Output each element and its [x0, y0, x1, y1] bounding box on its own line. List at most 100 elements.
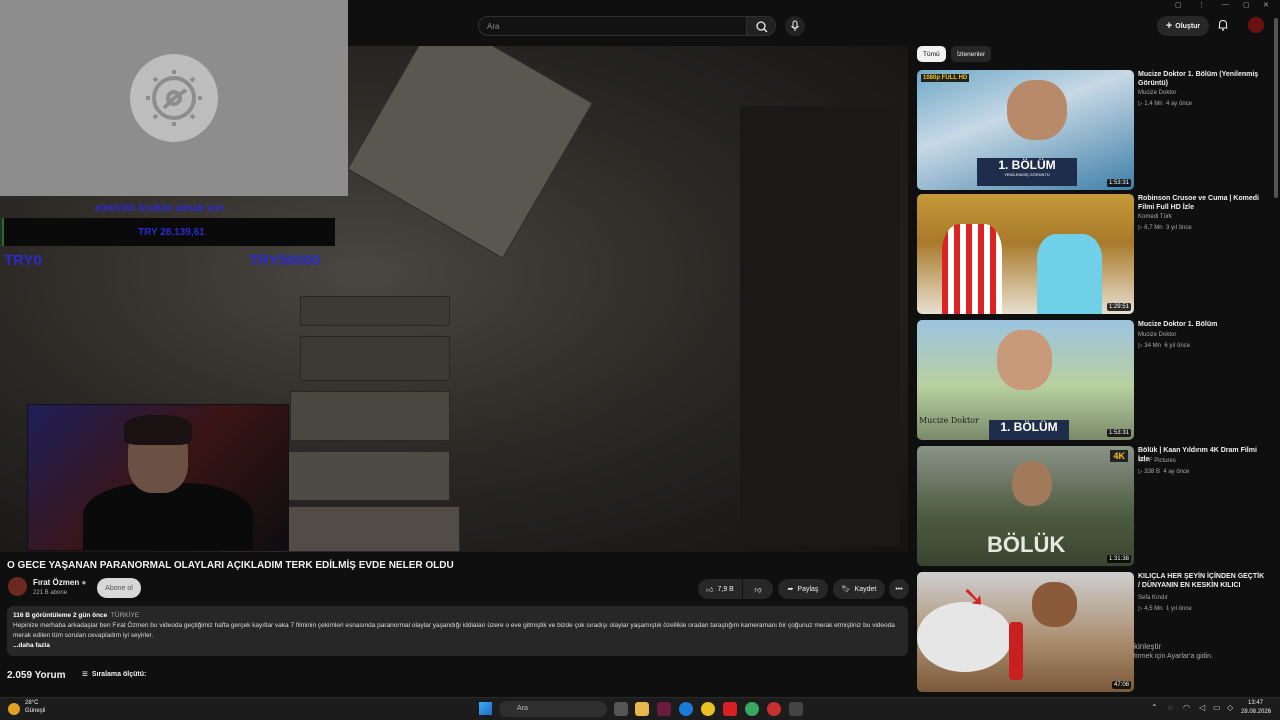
app-icon[interactable] [657, 702, 671, 716]
tray-chevron-icon[interactable]: ⌃ [1151, 703, 1158, 712]
share-button[interactable]: ➦ Paylaş [778, 579, 828, 599]
video-meta: ▷ 34 Mn 6 yıl önce [1138, 343, 1190, 349]
like-button[interactable]: 👍︎ 7,9 B [698, 579, 742, 599]
extension-icon[interactable]: ▢ [1175, 1, 1182, 9]
weather-temp: 28°C [25, 700, 39, 706]
subscribe-button[interactable]: Abone ol [97, 578, 141, 598]
taskbar: 28°C Güneşli Ara ⌃ ◌ ◠ ◁ ▭ ◇ 13:47 28.08… [0, 697, 1280, 720]
chip-watched[interactable]: İzlenenler [951, 46, 992, 62]
upload-age: 6 yıl önce [1164, 343, 1190, 349]
video-title[interactable]: Mucize Doktor 1. Bölüm [1138, 320, 1268, 329]
channel-name-text: Fırat Özmen [33, 578, 80, 587]
video-thumbnail[interactable]: Mucize Doktor 1. BÖLÜM 1:53:31 [917, 320, 1134, 440]
windows-activation-title: kinleştir [1134, 642, 1162, 651]
thumbnail-subcaption: YENİLENMİŞ GÖRÜNTÜ [1004, 172, 1050, 177]
edge-icon[interactable] [679, 702, 693, 716]
channel-name[interactable]: Komedi Türk [1138, 214, 1172, 220]
donation-goal-min: TRY0 [4, 252, 42, 269]
webcam-person-hair [124, 415, 192, 445]
sort-icon: ≡ [82, 669, 88, 680]
network-icon[interactable]: ◌ [1168, 703, 1173, 712]
video-title[interactable]: Mucize Doktor 1. Bölüm (Yenilenmiş Görün… [1138, 70, 1268, 88]
avatar[interactable] [1248, 17, 1264, 33]
channel-name[interactable]: Mucize Doktor [1138, 332, 1176, 338]
close-icon[interactable]: ✕ [1263, 1, 1269, 9]
search-icon [756, 21, 768, 33]
channel-name[interactable]: Sefa Kındır [1138, 595, 1168, 601]
view-count: 1,4 Mn [1144, 101, 1163, 107]
gear-icon [130, 54, 218, 142]
youtube-app-icon[interactable] [723, 702, 737, 716]
recommended-video[interactable]: Mucize Doktor 1. BÖLÜM 1:53:31 Mucize Do… [917, 320, 1273, 440]
channel-avatar[interactable] [8, 577, 27, 596]
wifi-icon[interactable]: ◠ [1183, 703, 1190, 712]
task-view-icon[interactable] [614, 702, 628, 716]
thumbnail-caption: BÖLÜK [987, 532, 1066, 557]
chrome-active-icon[interactable] [745, 702, 759, 716]
chip-all[interactable]: Tümü [917, 46, 946, 62]
video-meta: ▷ 4,5 Mn 1 yıl önce [1138, 606, 1192, 612]
search-input[interactable]: Ara [478, 16, 746, 36]
app-icon[interactable] [767, 702, 781, 716]
more-icon[interactable]: ⋮ [1198, 1, 1205, 9]
file-explorer-icon[interactable] [635, 702, 649, 716]
more-actions-button[interactable]: ••• [889, 579, 909, 599]
4k-badge: 4K [1110, 450, 1128, 462]
video-meta: ▷ 6,7 Mn 3 yıl önce [1138, 225, 1192, 231]
video-thumbnail[interactable]: 1:29:51 [917, 194, 1134, 314]
video-duration: 1:31:38 [1106, 555, 1131, 563]
video-description[interactable]: 116 B görüntüleme 2 gün önce TÜRKİYE Hep… [7, 606, 908, 656]
thumbnail-caption: 1. BÖLÜM [989, 420, 1069, 440]
upload-age: 1 yıl önce [1165, 606, 1192, 612]
page-scrollbar[interactable] [1274, 18, 1278, 198]
subscriber-count: 221 B abone [33, 590, 68, 596]
voice-search-button[interactable] [785, 16, 805, 36]
clock-time[interactable]: 13:47 [1248, 700, 1263, 706]
channel-name[interactable]: TAFF Pictures [1138, 458, 1176, 464]
dislike-button[interactable]: 👎︎ [743, 579, 773, 599]
video-title[interactable]: KILIÇLA HER ŞEYİN İÇİNDEN GEÇTİK / DÜNYA… [1138, 572, 1268, 590]
app-icon[interactable] [789, 702, 803, 716]
sort-label: Sıralama ölçütü: [91, 671, 147, 678]
video-frame-shape [300, 296, 450, 326]
taskbar-search-text: Ara [517, 705, 528, 712]
video-duration: 1:53:31 [1106, 429, 1131, 437]
show-more-link[interactable]: ...daha fazla [13, 641, 902, 651]
search-button[interactable] [746, 16, 776, 36]
recommended-video[interactable]: 4K BÖLÜK 1:31:38 Bölük | Kaan Yıldırım 4… [917, 446, 1273, 566]
like-count: 7,9 B [717, 585, 734, 593]
sun-icon[interactable] [8, 703, 20, 715]
recommended-video[interactable]: 1080p FULL HD 1. BÖLÜM YENİLENMİŞ GÖRÜNT… [917, 70, 1273, 190]
language-icon[interactable]: ◇ [1227, 703, 1233, 712]
save-button[interactable]: 🔖︎ Kaydet [833, 579, 885, 599]
maximize-icon[interactable]: ▢ [1243, 1, 1250, 9]
video-frame-shape [740, 106, 900, 546]
video-frame-shape [347, 46, 593, 259]
create-button[interactable]: + Oluştur [1157, 16, 1209, 36]
channel-name[interactable]: Fırat Özmen ● [33, 578, 86, 587]
webcam-overlay [27, 404, 289, 551]
taskbar-search-input[interactable]: Ara [499, 701, 607, 717]
video-frame-shape [280, 451, 450, 501]
sort-button[interactable]: ≡ Sıralama ölçütü: [82, 669, 146, 680]
minimize-icon[interactable]: — [1222, 1, 1229, 8]
views-date: 116 B görüntüleme 2 gün önce [13, 612, 108, 619]
bell-icon[interactable] [1216, 18, 1230, 32]
recommended-video[interactable]: ➘ 47:08 KILIÇLA HER ŞEYİN İÇİNDEN GEÇTİK… [917, 572, 1273, 692]
donation-amount: TRY 28.139,61 [138, 227, 205, 238]
video-title[interactable]: Robinson Crusoe ve Cuma | Komedi Filmi F… [1138, 194, 1268, 212]
video-thumbnail[interactable]: 4K BÖLÜK 1:31:38 [917, 446, 1134, 566]
video-thumbnail[interactable]: ➘ 47:08 [917, 572, 1134, 692]
channel-name[interactable]: Mucize Doktor [1138, 90, 1176, 96]
recommended-video[interactable]: 1:29:51 Robinson Crusoe ve Cuma | Komedi… [917, 194, 1273, 314]
chrome-icon[interactable] [701, 702, 715, 716]
clock-date[interactable]: 28.08.2026 [1241, 709, 1271, 715]
microphone-icon [791, 20, 799, 31]
video-thumbnail[interactable]: 1080p FULL HD 1. BÖLÜM YENİLENMİŞ GÖRÜNT… [917, 70, 1134, 190]
thumbnail-person [1037, 234, 1102, 314]
donation-goal-max: TRY50000 [249, 252, 321, 269]
bookmark-icon: 🔖︎ [841, 586, 851, 593]
windows-start-icon[interactable] [479, 702, 492, 715]
volume-icon[interactable]: ◁ [1199, 703, 1205, 712]
battery-icon[interactable]: ▭ [1213, 703, 1221, 712]
